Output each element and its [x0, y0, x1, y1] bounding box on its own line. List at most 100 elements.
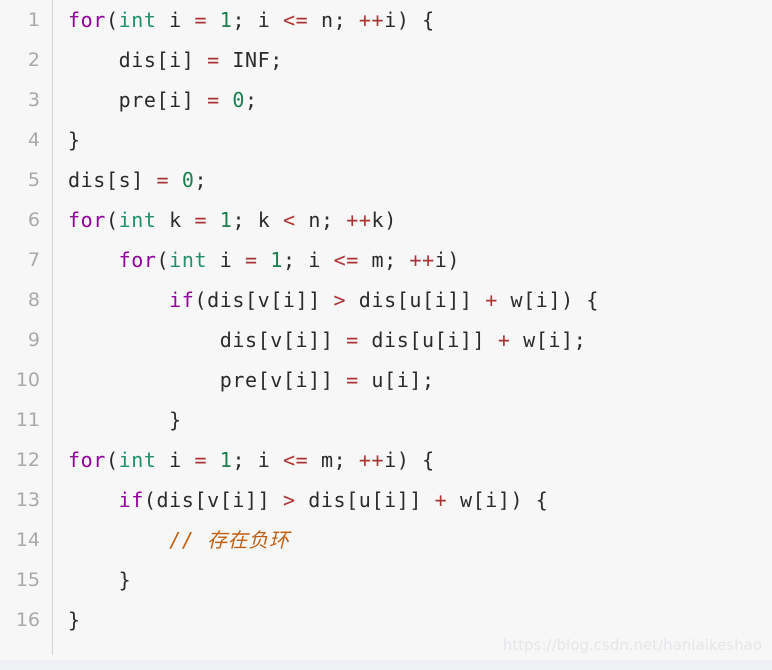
code-line[interactable]: 6 for(int k = 1; k < n; ++k) — [0, 200, 772, 240]
code-line-text: dis[v[i]] = dis[u[i]] + w[i]; — [68, 320, 586, 360]
code-line-text: } — [68, 400, 182, 440]
token-kw: for — [118, 248, 157, 272]
token-pl: i — [156, 8, 195, 32]
token-op: ++ — [358, 448, 385, 472]
code-line-text: pre[i] = 0; — [68, 80, 258, 120]
token-pl: (dis[v[i]] — [194, 288, 334, 312]
token-num: 0 — [232, 88, 246, 112]
code-line[interactable]: 11 } — [0, 400, 772, 440]
code-line[interactable]: 15 } — [0, 560, 772, 600]
token-num: 0 — [181, 168, 195, 192]
token-type: int — [118, 8, 157, 32]
token-pl: ; — [245, 88, 258, 112]
line-number: 9 — [27, 329, 40, 351]
token-op: = — [194, 208, 208, 232]
token-pl: i — [156, 448, 195, 472]
token-pl: ( — [105, 208, 119, 232]
code-line[interactable]: 9 dis[v[i]] = dis[u[i]] + w[i]; — [0, 320, 772, 360]
line-number: 16 — [15, 609, 40, 631]
code-line-text: for(int i = 1; i <= m; ++i) — [68, 240, 460, 280]
token-pl: } — [68, 568, 132, 592]
code-snippet-block: 1 for(int i = 1; i <= n; ++i) {2 dis[i] =… — [0, 0, 772, 670]
token-op: ++ — [409, 248, 435, 272]
token-type: int — [169, 248, 208, 272]
line-number: 5 — [27, 169, 40, 191]
code-line[interactable]: 10 pre[v[i]] = u[i]; — [0, 360, 772, 400]
code-line-text: for(int i = 1; i <= m; ++i) { — [68, 440, 435, 480]
code-line-text: } — [68, 560, 131, 600]
token-num: 1 — [219, 448, 233, 472]
token-pl: i) { — [384, 448, 435, 472]
token-pl: pre[i] — [68, 88, 208, 112]
token-op: + — [434, 488, 448, 512]
token-pl: pre[v[i]] — [68, 368, 347, 392]
token-pl: ; i — [232, 448, 284, 472]
line-number: 7 — [27, 249, 40, 271]
line-number: 12 — [15, 449, 40, 471]
token-pl: w[i]; — [510, 328, 587, 352]
code-line[interactable]: 5 dis[s] = 0; — [0, 160, 772, 200]
token-pl: dis[u[i]] — [295, 488, 435, 512]
token-op: = — [207, 88, 220, 112]
code-line[interactable]: 8 if(dis[v[i]] > dis[u[i]] + w[i]) { — [0, 280, 772, 320]
token-pl: } — [68, 608, 81, 632]
token-op: > — [333, 288, 347, 312]
token-pl: dis[s] — [68, 168, 157, 192]
code-line-text: if(dis[v[i]] > dis[u[i]] + w[i]) { — [68, 280, 599, 320]
line-number: 11 — [15, 409, 40, 431]
token-op: + — [497, 328, 511, 352]
token-op: ++ — [358, 8, 385, 32]
code-line[interactable]: 7 for(int i = 1; i <= m; ++i) — [0, 240, 772, 280]
token-pl: INF; — [219, 48, 283, 72]
token-pl: ; i — [232, 8, 284, 32]
token-op: = — [346, 368, 359, 392]
token-pl: dis[v[i]] — [68, 328, 347, 352]
token-op: = — [156, 168, 170, 192]
token-pl: ; — [194, 168, 208, 192]
line-number: 13 — [15, 489, 40, 511]
token-pl: ( — [105, 8, 119, 32]
token-op: < — [283, 208, 296, 232]
token-pl: dis[i] — [68, 48, 208, 72]
code-line-text: } — [68, 120, 81, 160]
code-line-text: } — [68, 600, 81, 640]
line-number: 6 — [27, 209, 40, 231]
token-pl: m; — [358, 248, 410, 272]
line-number: 10 — [15, 369, 40, 391]
token-cmt: // 存在负环 — [169, 528, 290, 552]
code-line[interactable]: 4} — [0, 120, 772, 160]
token-kw: if — [118, 488, 144, 512]
token-pl: dis[u[i]] — [346, 288, 486, 312]
code-line[interactable]: 14 // 存在负环 — [0, 520, 772, 560]
line-number: 4 — [27, 129, 40, 151]
token-pl: u[i]; — [358, 368, 435, 392]
token-op: = — [346, 328, 359, 352]
code-line-text: for(int i = 1; i <= n; ++i) { — [68, 0, 435, 40]
code-line[interactable]: 3 pre[i] = 0; — [0, 80, 772, 120]
line-number: 8 — [27, 289, 40, 311]
code-line[interactable]: 12 for(int i = 1; i <= m; ++i) { — [0, 440, 772, 480]
token-op: <= — [333, 248, 359, 272]
token-num: 1 — [219, 8, 233, 32]
code-line[interactable]: 2 dis[i] = INF; — [0, 40, 772, 80]
token-kw: for — [68, 8, 106, 32]
code-line[interactable]: 13 if(dis[v[i]] > dis[u[i]] + w[i]) { — [0, 480, 772, 520]
code-line-text: for(int k = 1; k < n; ++k) — [68, 200, 397, 240]
code-scroll-area[interactable]: 1 for(int i = 1; i <= n; ++i) {2 dis[i] =… — [0, 0, 772, 660]
code-line[interactable]: 1 for(int i = 1; i <= n; ++i) { — [0, 0, 772, 40]
token-op: = — [194, 448, 208, 472]
line-number: 15 — [15, 569, 40, 591]
token-op: = — [245, 248, 258, 272]
code-line[interactable]: 16} — [0, 600, 772, 640]
token-pl: ; i — [283, 248, 334, 272]
token-op: <= — [283, 448, 309, 472]
token-pl: m; — [308, 448, 359, 472]
code-line-text: dis[i] = INF; — [68, 40, 283, 80]
token-type: int — [118, 208, 157, 232]
